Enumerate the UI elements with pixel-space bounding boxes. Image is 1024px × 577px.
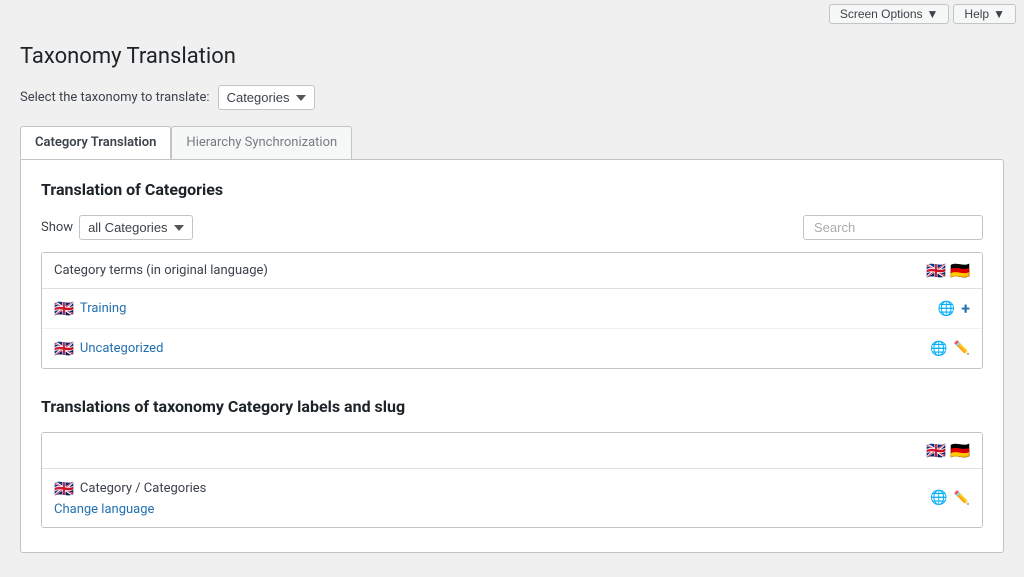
labels-row-flag: 🇬🇧 xyxy=(54,479,74,498)
screen-options-button[interactable]: Screen Options ▼ xyxy=(829,4,950,24)
tabs-container: Category Translation Hierarchy Synchroni… xyxy=(20,126,1004,159)
filter-label: Show xyxy=(41,220,73,235)
globe-icon-uncategorized: 🌐 xyxy=(930,341,947,357)
labels-row-actions: 🌐 ✏️ xyxy=(930,490,970,506)
row-flag-training: 🇬🇧 xyxy=(54,299,74,318)
taxonomy-select-label: Select the taxonomy to translate: xyxy=(20,90,210,105)
page-content: Taxonomy Translation Select the taxonomy… xyxy=(0,28,1024,573)
row-link-training[interactable]: Training xyxy=(80,301,126,316)
labels-header-flag-de: 🇩🇪 xyxy=(950,441,970,460)
labels-row: 🇬🇧 Category / Categories Change language… xyxy=(42,469,982,527)
screen-options-chevron: ▼ xyxy=(927,7,939,21)
row-term-uncategorized: 🇬🇧 Uncategorized xyxy=(54,339,930,358)
row-actions-training: 🌐 + xyxy=(938,299,970,318)
header-flag-de: 🇩🇪 xyxy=(950,261,970,280)
help-label: Help xyxy=(964,7,989,21)
filter-left: Show all Categories Untranslated xyxy=(41,215,193,240)
globe-icon-labels: 🌐 xyxy=(930,490,947,506)
row-actions-uncategorized: 🌐 ✏️ xyxy=(930,341,970,357)
pencil-icon-labels[interactable]: ✏️ xyxy=(954,491,970,506)
change-language-link[interactable]: Change language xyxy=(54,502,930,517)
labels-header-flag-gb: 🇬🇧 xyxy=(926,441,946,460)
tab-category-translation-label: Category Translation xyxy=(35,135,156,150)
top-bar: Screen Options ▼ Help ▼ xyxy=(0,0,1024,28)
tab-category-translation[interactable]: Category Translation xyxy=(20,126,171,159)
main-panel: Translation of Categories Show all Categ… xyxy=(20,159,1004,553)
labels-table: 🇬🇧 🇩🇪 🇬🇧 Category / Categories Change la… xyxy=(41,432,983,528)
row-term-training: 🇬🇧 Training xyxy=(54,299,938,318)
translation-section: Translation of Categories Show all Categ… xyxy=(41,180,983,369)
table-header: Category terms (in original language) 🇬🇧… xyxy=(42,253,982,289)
categories-table: Category terms (in original language) 🇬🇧… xyxy=(41,252,983,369)
labels-row-term-col: 🇬🇧 Category / Categories Change language xyxy=(54,479,930,517)
header-flag-gb: 🇬🇧 xyxy=(926,261,946,280)
search-input[interactable] xyxy=(803,215,983,240)
table-row: 🇬🇧 Training 🌐 + xyxy=(42,289,982,329)
labels-section-title: Translations of taxonomy Category labels… xyxy=(41,397,983,416)
labels-header-flags: 🇬🇧 🇩🇪 xyxy=(926,441,970,460)
tab-hierarchy-synchronization-label: Hierarchy Synchronization xyxy=(186,135,337,150)
help-button[interactable]: Help ▼ xyxy=(953,4,1016,24)
globe-icon-training: 🌐 xyxy=(938,301,955,317)
help-chevron: ▼ xyxy=(993,7,1005,21)
pencil-icon-uncategorized[interactable]: ✏️ xyxy=(954,341,970,356)
labels-header: 🇬🇧 🇩🇪 xyxy=(42,433,982,469)
labels-row-term-inline: 🇬🇧 Category / Categories xyxy=(54,479,930,498)
filter-select[interactable]: all Categories Untranslated xyxy=(79,215,193,240)
row-link-uncategorized[interactable]: Uncategorized xyxy=(80,341,163,356)
page-title: Taxonomy Translation xyxy=(20,44,1004,69)
header-term-col: Category terms (in original language) xyxy=(54,263,926,278)
row-flag-uncategorized: 🇬🇧 xyxy=(54,339,74,358)
filter-row: Show all Categories Untranslated xyxy=(41,215,983,240)
taxonomy-select-row: Select the taxonomy to translate: Catego… xyxy=(20,85,1004,110)
plus-icon-training[interactable]: + xyxy=(961,299,970,318)
translation-section-title: Translation of Categories xyxy=(41,180,983,199)
taxonomy-select[interactable]: Categories Tags xyxy=(218,85,315,110)
labels-section: Translations of taxonomy Category labels… xyxy=(41,397,983,528)
table-row: 🇬🇧 Uncategorized 🌐 ✏️ xyxy=(42,329,982,368)
labels-row-name: Category / Categories xyxy=(80,481,206,496)
tab-hierarchy-synchronization[interactable]: Hierarchy Synchronization xyxy=(171,126,352,159)
screen-options-label: Screen Options xyxy=(840,7,923,21)
header-flags: 🇬🇧 🇩🇪 xyxy=(926,261,970,280)
